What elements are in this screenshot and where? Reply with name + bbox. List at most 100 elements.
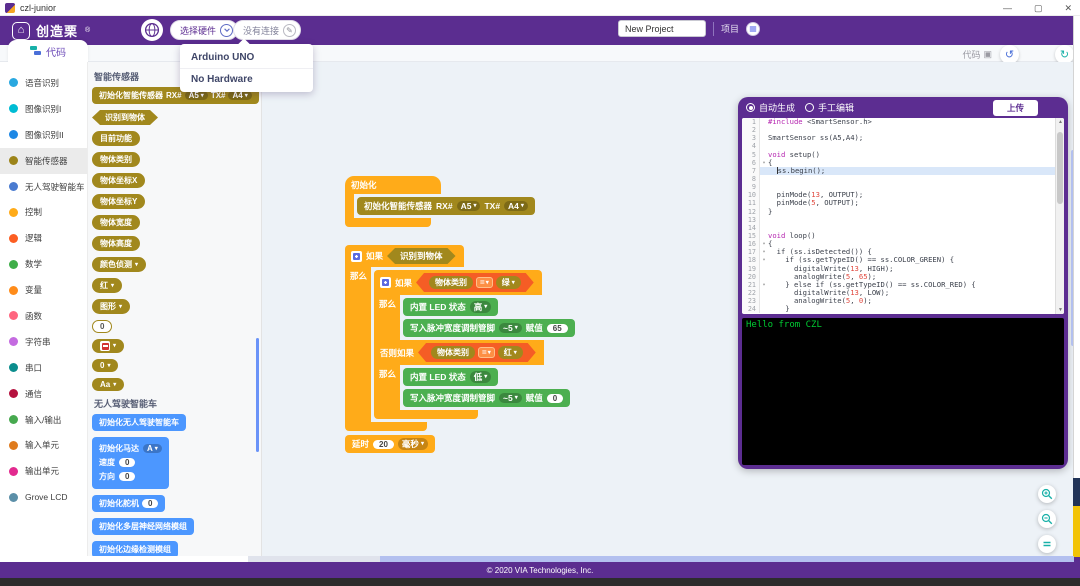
dropdown-chip[interactable]: A5▾	[185, 91, 208, 100]
sidebar-item[interactable]: 通信	[0, 381, 87, 407]
tab-code[interactable]: 代码	[8, 40, 88, 62]
rx-pin-dropdown[interactable]: A5▾	[457, 201, 481, 211]
fold-marker[interactable]: ▾	[760, 256, 768, 264]
palette-block[interactable]: 图形▾	[92, 299, 130, 314]
sidebar-item[interactable]: 输出单元	[0, 458, 87, 484]
pwm-pin-dropdown[interactable]: ~5▾	[499, 393, 522, 403]
sidebar-item[interactable]: 图像识别I	[0, 96, 87, 122]
code-view-toggle[interactable]: 代码 ▣	[962, 48, 992, 61]
delay-unit-dropdown[interactable]: 毫秒▾	[398, 438, 428, 450]
code-line[interactable]: 3SmartSensor ss(A5,A4);	[742, 134, 1064, 142]
code-editor[interactable]: 1#include <SmartSensor.h>23SmartSensor s…	[742, 118, 1064, 314]
palette-block[interactable]: 初始化马达A▾速度0方向0	[92, 437, 169, 489]
project-list-button[interactable]	[746, 22, 760, 36]
code-line[interactable]: 23 analogWrite(5, 0);	[742, 297, 1064, 305]
palette-block[interactable]: 初始化无人驾驶智能车	[92, 414, 186, 431]
fold-marker[interactable]: ▾	[760, 159, 768, 167]
palette-block[interactable]: 物体宽度	[92, 215, 140, 230]
pwm-pin-dropdown[interactable]: ~5▾	[499, 323, 522, 333]
block-delay[interactable]: 延时 20 毫秒▾	[345, 435, 435, 453]
tx-pin-dropdown[interactable]: A4▾	[504, 201, 528, 211]
reporter-object-type[interactable]: 物体类别	[431, 346, 475, 359]
code-line[interactable]: 13	[742, 216, 1064, 224]
connection-status-button[interactable]: 没有连接 ✎	[233, 20, 301, 40]
code-line[interactable]: 24 }	[742, 305, 1064, 313]
color-green-dropdown[interactable]: 绿▾	[496, 276, 521, 289]
scrollbar-thumb[interactable]	[1057, 132, 1063, 204]
palette-block[interactable]: 颜色侦测▾	[92, 257, 146, 272]
led-state-dropdown[interactable]: 低▾	[470, 371, 492, 383]
palette-block[interactable]: 0	[92, 320, 112, 333]
close-button[interactable]: ✕	[1064, 3, 1072, 14]
condition-type-equals-green[interactable]: 物体类别 =▾ 绿▾	[416, 273, 534, 292]
code-line[interactable]: 7 ss.begin();	[742, 167, 1064, 175]
code-line[interactable]: 8	[742, 175, 1064, 183]
sidebar-item[interactable]: 智能传感器	[0, 148, 87, 174]
palette-block[interactable]: 初始化多层神经网络模组	[92, 518, 194, 535]
value-input[interactable]: 0	[119, 472, 135, 481]
palette-block[interactable]: 识别到物体	[92, 110, 158, 125]
zoom-out-button[interactable]	[1038, 510, 1056, 528]
radio-manual-edit[interactable]	[805, 103, 814, 112]
sidebar-item[interactable]: 图像识别II	[0, 122, 87, 148]
color-red-dropdown[interactable]: 红▾	[498, 346, 523, 359]
undo-button[interactable]: ↺	[1000, 45, 1019, 64]
hardware-option[interactable]: Arduino UNO	[180, 47, 313, 68]
code-line[interactable]: 5void setup()	[742, 151, 1064, 159]
led-state-dropdown[interactable]: 高▾	[470, 301, 492, 313]
palette-block[interactable]: 红▾	[92, 278, 122, 293]
equals-operator-dropdown[interactable]: =▾	[478, 347, 495, 358]
palette-block[interactable]: 物体坐标X	[92, 173, 145, 188]
if-block[interactable]: 如果 识别到物体	[345, 245, 464, 267]
palette-block[interactable]: Aa▾	[92, 378, 124, 391]
block-led-state-high[interactable]: 内置 LED 状态 高▾	[403, 298, 498, 316]
block-pwm-write-0[interactable]: 写入脉冲宽度调制管脚 ~5▾ 赋值 0	[403, 389, 570, 407]
sidebar-item[interactable]: 函数	[0, 303, 87, 329]
code-line[interactable]: 11 pinMode(5, OUTPUT);	[742, 199, 1064, 207]
sidebar-item[interactable]: 无人驾驶智能车	[0, 174, 87, 200]
sidebar-item[interactable]: 字符串	[0, 329, 87, 355]
palette-block[interactable]: 物体类别	[92, 152, 140, 167]
inner-if-block[interactable]: 如果 物体类别 =▾ 绿▾	[374, 270, 542, 295]
hardware-option[interactable]: No Hardware	[180, 68, 313, 89]
hat-block-init[interactable]: 初始化	[345, 176, 441, 194]
code-line[interactable]: 12}	[742, 208, 1064, 216]
palette-block[interactable]: 目前功能	[92, 131, 140, 146]
fold-marker[interactable]: ▾	[760, 248, 768, 256]
dropdown-chip[interactable]: A▾	[143, 444, 162, 453]
palette-block[interactable]: 0▾	[92, 359, 118, 372]
code-line[interactable]: 1#include <SmartSensor.h>	[742, 118, 1064, 126]
value-input[interactable]: 0	[142, 499, 158, 508]
sidebar-item[interactable]: 串口	[0, 355, 87, 381]
sidebar-item[interactable]: 控制	[0, 199, 87, 225]
sidebar-item[interactable]: 变量	[0, 277, 87, 303]
minimize-button[interactable]: —	[1003, 3, 1012, 13]
sidebar-item[interactable]: 输入单元	[0, 432, 87, 458]
zoom-reset-button[interactable]	[1038, 535, 1056, 553]
sidebar-item[interactable]: Grove LCD	[0, 484, 87, 510]
palette-scrollbar[interactable]	[256, 338, 259, 452]
editor-scrollbar[interactable]: ▲ ▼	[1055, 118, 1064, 314]
upload-button[interactable]: 上传	[993, 100, 1038, 116]
select-hardware-button[interactable]: 选择硬件	[170, 20, 238, 40]
scroll-down-icon[interactable]: ▼	[1056, 307, 1064, 313]
block-pwm-write-65[interactable]: 写入脉冲宽度调制管脚 ~5▾ 赋值 65	[403, 319, 575, 337]
block-led-state-low[interactable]: 内置 LED 状态 低▾	[403, 368, 498, 386]
dropdown-chip[interactable]: A4▾	[228, 91, 251, 100]
maximize-button[interactable]: ▢	[1034, 3, 1043, 14]
palette-block[interactable]: 物体坐标Y	[92, 194, 145, 209]
fold-marker[interactable]: ▾	[760, 281, 768, 289]
language-globe-button[interactable]	[141, 19, 163, 41]
sidebar-item[interactable]: 逻辑	[0, 225, 87, 251]
code-line[interactable]: 15void loop()	[742, 232, 1064, 240]
palette-block[interactable]: 初始化舵机0	[92, 495, 165, 512]
sidebar-item[interactable]: 输入/输出	[0, 407, 87, 433]
redo-button[interactable]: ↻	[1055, 45, 1074, 64]
project-name-input[interactable]	[618, 20, 706, 37]
palette-block[interactable]: 物体高度	[92, 236, 140, 251]
equals-operator-dropdown[interactable]: =▾	[476, 277, 493, 288]
delay-value-input[interactable]: 20	[373, 440, 394, 449]
pwm-value-input[interactable]: 65	[547, 324, 568, 333]
palette-block[interactable]: 初始化边缘检测模组	[92, 541, 178, 556]
pwm-value-input[interactable]: 0	[547, 394, 563, 403]
